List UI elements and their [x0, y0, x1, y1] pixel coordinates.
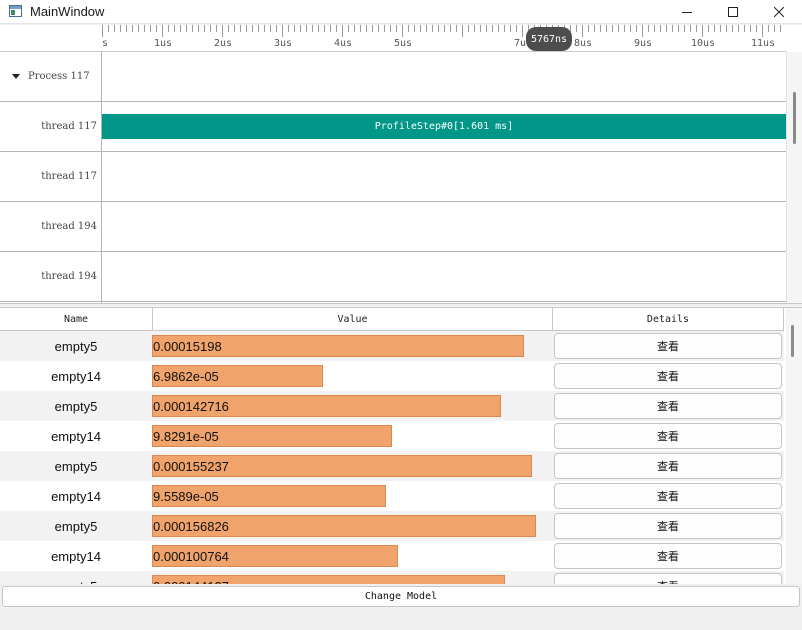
table-header: Name Value Details: [0, 308, 784, 331]
cell-value: 6.9862e-05: [153, 368, 219, 384]
cell-value: 0.00015198: [153, 338, 222, 354]
cell-value: 9.5589e-05: [153, 488, 219, 504]
window-title: MainWindow: [30, 4, 105, 19]
ruler-tick-label: s: [102, 38, 109, 49]
cell-value: 0.000142716: [153, 398, 229, 414]
view-details-button[interactable]: 查看: [554, 423, 782, 449]
app-window-icon: [9, 5, 22, 17]
data-table: Name Value Details empty5 0.00015198 查看 emp…: [0, 307, 802, 584]
close-icon: [774, 7, 784, 17]
track-label-thread: thread 194: [0, 202, 101, 252]
title-bar: MainWindow: [0, 0, 802, 24]
track-label-text: thread 117: [41, 121, 97, 132]
cell-name: empty5: [54, 338, 98, 354]
maximize-button[interactable]: [710, 0, 756, 24]
cell-value: 0.000155237: [153, 458, 229, 474]
close-button[interactable]: [756, 0, 802, 24]
time-ruler[interactable]: s 1us 2us 3us 4us 5us 7us 8us 9us 10us 11us 5767ns: [102, 25, 786, 52]
ruler-tick-label: 3us: [273, 38, 293, 49]
column-header-name[interactable]: Name: [0, 308, 153, 331]
profile-step-slice[interactable]: ProfileStep#0[1.601 ms]: [102, 114, 786, 139]
track-label-process[interactable]: Process 117: [0, 52, 101, 102]
ruler-tick-label: 9us: [633, 38, 653, 49]
table-row[interactable]: empty5 0.00015198 查看: [0, 331, 784, 361]
table-row[interactable]: empty14 0.000100764 查看: [0, 541, 784, 571]
table-row[interactable]: empty14 6.9862e-05 查看: [0, 361, 784, 391]
timeline-scrollbar[interactable]: [786, 52, 802, 303]
track-label-text: thread 117: [41, 171, 97, 182]
track-row: ProfileStep#0[1.601 ms]: [102, 102, 786, 152]
cell-value: 9.8291e-05: [153, 428, 219, 444]
ruler-tick-label: 5us: [393, 38, 413, 49]
table-row[interactable]: empty5 0.000142716 查看: [0, 391, 784, 421]
cell-name: empty14: [51, 368, 101, 384]
cell-value: 0.000144137: [153, 571, 229, 585]
track-area[interactable]: ProfileStep#0[1.601 ms]: [102, 52, 786, 303]
minimize-icon: [682, 12, 692, 13]
table-row[interactable]: empty50.000144137 查看: [0, 571, 784, 584]
track-row: [102, 52, 786, 102]
minimize-button[interactable]: [664, 0, 710, 24]
cell-name: empty14: [51, 428, 101, 444]
scrollbar-thumb[interactable]: [793, 92, 796, 144]
cell-name: empty14: [51, 488, 101, 504]
track-label-text: thread 194: [41, 271, 97, 282]
track-label-thread: thread 117: [0, 152, 101, 202]
cell-name: empty5: [54, 518, 98, 534]
ruler-ticks: [102, 25, 781, 37]
ruler-tick-label: 2us: [213, 38, 233, 49]
track-row: [102, 152, 786, 202]
cell-value: 0.000156826: [153, 518, 229, 534]
ruler-tick-label: 11us: [750, 38, 776, 49]
view-details-button[interactable]: 查看: [554, 453, 782, 479]
view-details-button[interactable]: 查看: [554, 363, 782, 389]
ruler-tick-label: 8us: [573, 38, 593, 49]
view-details-button[interactable]: 查看: [554, 573, 782, 584]
view-details-button[interactable]: 查看: [554, 483, 782, 509]
track-labels: Process 117 thread 117 thread 117 thread…: [0, 52, 102, 303]
maximize-icon: [728, 7, 738, 17]
table-row[interactable]: empty14 9.5589e-05 查看: [0, 481, 784, 511]
footer: Change Model: [0, 584, 802, 630]
column-header-value[interactable]: Value: [153, 308, 553, 331]
track-label-thread: thread 117: [0, 102, 101, 152]
cell-name: empty5: [54, 458, 98, 474]
ruler-tick-label: 10us: [690, 38, 716, 49]
expand-triangle-icon[interactable]: [12, 74, 20, 79]
track-label-text: Process 117: [28, 71, 90, 82]
column-header-details[interactable]: Details: [553, 308, 784, 331]
track-label-text: thread 194: [41, 221, 97, 232]
ruler-tick-label: 1us: [153, 38, 173, 49]
change-model-button[interactable]: Change Model: [2, 586, 800, 607]
track-row: [102, 202, 786, 252]
ruler-corner: [0, 25, 102, 52]
cell-name: empty14: [51, 548, 101, 564]
timeline-view[interactable]: s 1us 2us 3us 4us 5us 7us 8us 9us 10us 11us 5767ns…: [0, 25, 802, 303]
view-details-button[interactable]: 查看: [554, 393, 782, 419]
table-scrollbar[interactable]: [786, 308, 802, 584]
cell-value: 0.000100764: [153, 548, 229, 564]
scrollbar-thumb[interactable]: [791, 325, 794, 357]
time-cursor-badge: 5767ns: [526, 27, 572, 51]
ruler-tick-label: 4us: [333, 38, 353, 49]
table-row[interactable]: empty5 0.000156826 查看: [0, 511, 784, 541]
cell-name: empty5: [0, 571, 152, 585]
table-row[interactable]: empty14 9.8291e-05 查看: [0, 421, 784, 451]
view-details-button[interactable]: 查看: [554, 333, 782, 359]
cell-name: empty5: [54, 398, 98, 414]
view-details-button[interactable]: 查看: [554, 513, 782, 539]
track-row: [102, 252, 786, 302]
view-details-button[interactable]: 查看: [554, 543, 782, 569]
track-label-thread: thread 194: [0, 252, 101, 302]
table-row[interactable]: empty5 0.000155237 查看: [0, 451, 784, 481]
